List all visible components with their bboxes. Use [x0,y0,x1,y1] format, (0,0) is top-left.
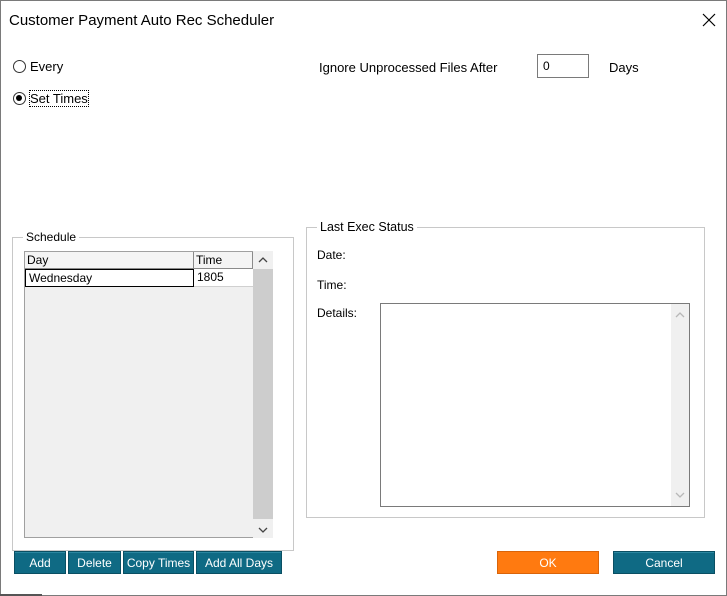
copy-times-button[interactable]: Copy Times [123,551,194,574]
table-row-day-cell[interactable]: Wednesday [25,269,194,287]
delete-button[interactable]: Delete [68,551,121,574]
radio-set-times-circle[interactable] [13,92,26,105]
radio-every-circle[interactable] [13,60,26,73]
schedule-legend: Schedule [23,230,80,244]
scroll-thumb[interactable] [253,269,273,519]
date-label: Date: [317,248,346,262]
radio-set-times[interactable]: Set Times [13,90,89,107]
details-textarea[interactable] [380,303,690,507]
last-exec-legend: Last Exec Status [317,220,417,234]
window-title: Customer Payment Auto Rec Scheduler [9,12,275,29]
column-header-time[interactable]: Time [194,252,253,269]
close-button[interactable] [696,7,722,33]
ignore-days-input[interactable] [537,54,589,78]
radio-set-times-label: Set Times [29,90,89,107]
table-row-time-cell[interactable]: 1805 [194,269,253,287]
days-label: Days [609,60,639,75]
radio-every-label: Every [30,59,64,74]
title-bar: Customer Payment Auto Rec Scheduler [1,1,726,39]
radio-every[interactable]: Every [13,59,63,74]
time-label: Time: [317,278,347,292]
ignore-label: Ignore Unprocessed Files After [319,60,498,75]
add-all-days-button[interactable]: Add All Days [196,551,282,574]
column-header-day[interactable]: Day [25,252,194,269]
close-icon [702,13,716,27]
cancel-button[interactable]: Cancel [613,551,715,574]
schedule-scrollbar[interactable] [253,251,273,538]
scheduler-dialog: Customer Payment Auto Rec Scheduler Ever… [0,0,727,596]
scroll-down-button[interactable] [253,521,273,538]
scroll-up-icon [675,312,685,318]
details-label: Details: [317,306,358,320]
scroll-down-icon [675,492,685,498]
add-button[interactable]: Add [14,551,66,574]
details-scrollbar[interactable] [671,304,689,506]
ok-button[interactable]: OK [497,551,599,574]
scroll-up-icon [258,256,268,262]
scroll-down-icon [258,527,268,533]
schedule-grid[interactable]: Day Time Wednesday 1805 [24,251,273,538]
scroll-up-button[interactable] [253,251,273,268]
